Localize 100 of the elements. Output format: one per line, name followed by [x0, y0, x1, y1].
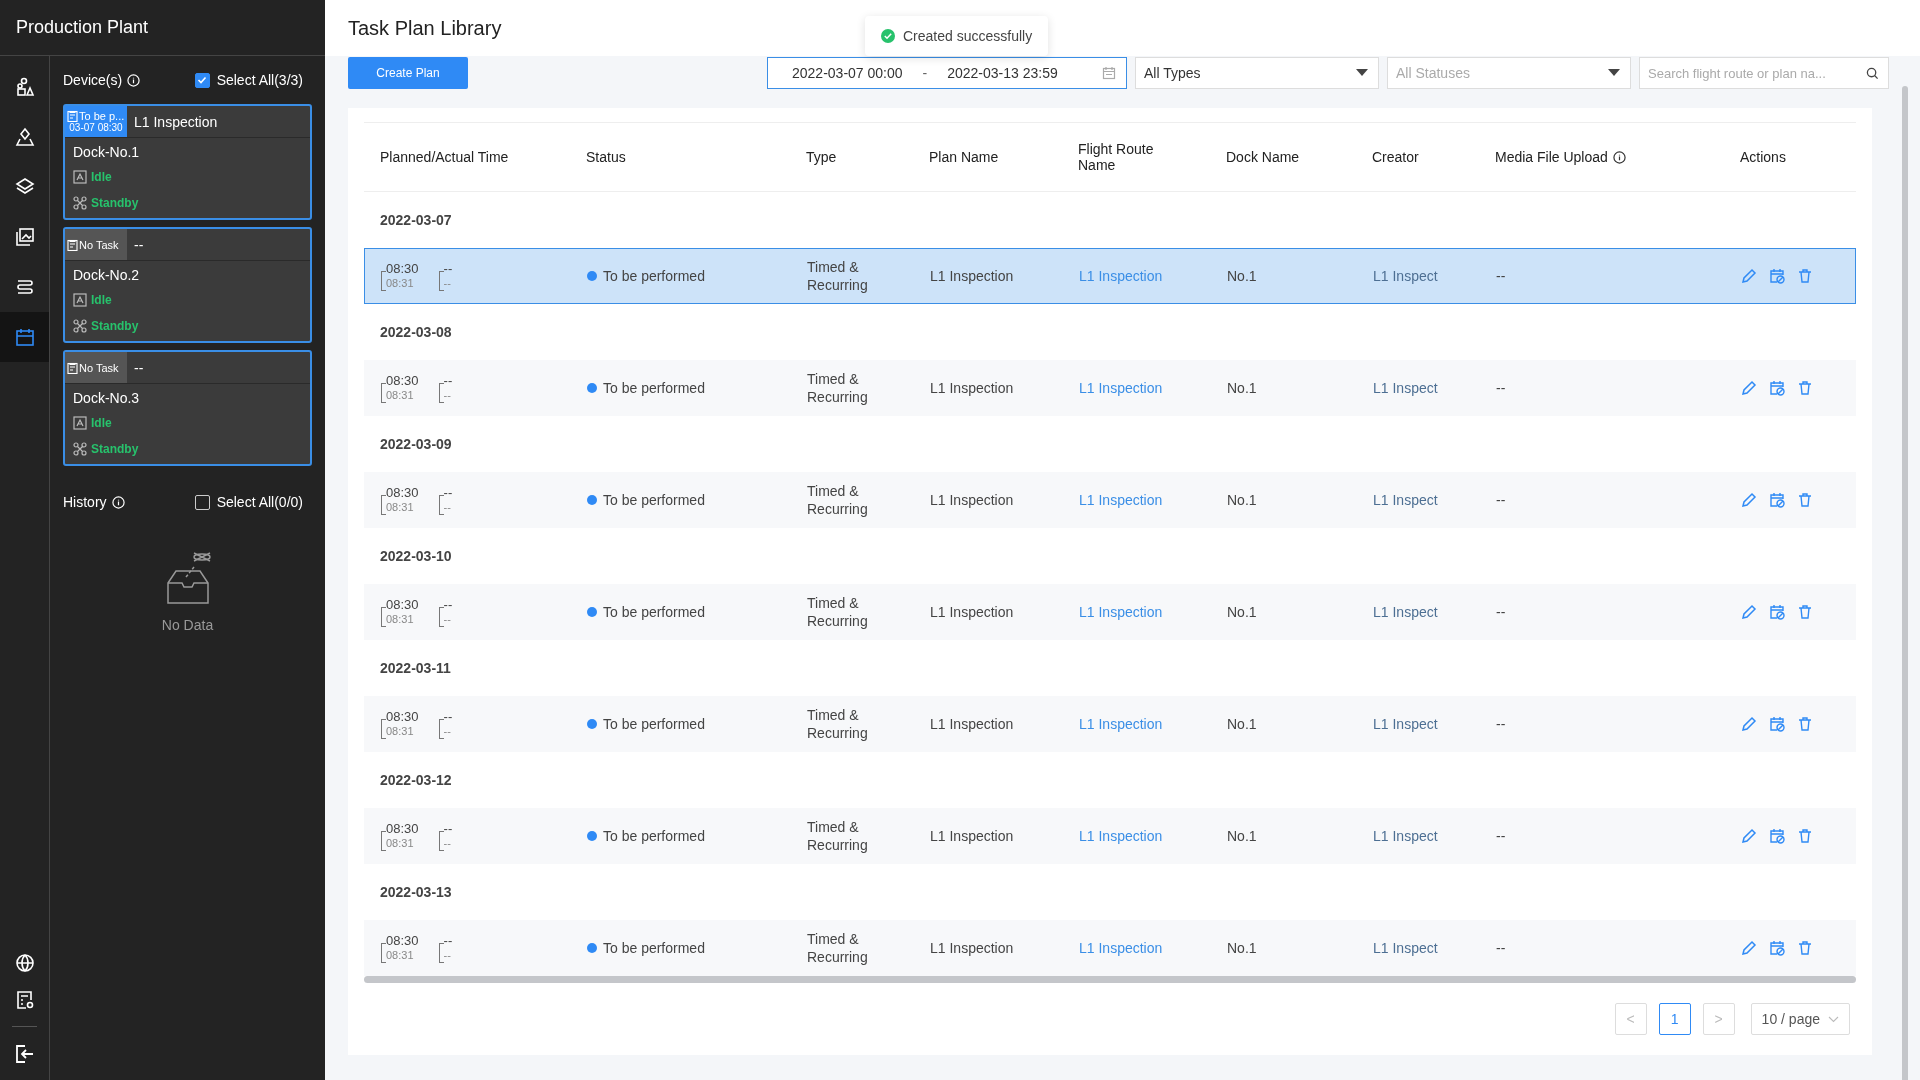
date-group-label: 2022-03-10 [380, 548, 452, 564]
status-text: To be performed [603, 604, 705, 620]
table-cell: -- [1496, 828, 1506, 844]
edit-icon[interactable] [1741, 604, 1757, 620]
status-text: To be performed [603, 380, 705, 396]
status-dot [587, 943, 597, 953]
table-row[interactable]: 08:30 08:31 -- -- To be performed Timed & Recurring L1 Inspection L1 Inspection No.1 L1 Inspect -- [364, 360, 1856, 416]
type-select[interactable]: All Types [1135, 57, 1379, 89]
table-cell-text: Timed & Recurring [807, 594, 869, 630]
calendar-cancel-icon[interactable] [1769, 492, 1785, 508]
device-card[interactable]: No Task -- Dock-No.2 Idle Standby [63, 227, 312, 343]
actual-time: -- -- [438, 933, 453, 963]
actual-time: -- -- [438, 709, 453, 739]
map-pin-icon [14, 127, 35, 147]
dock-status: Idle [91, 293, 112, 307]
table-cell: No.1 [1227, 268, 1257, 284]
search-field[interactable]: Search flight route or plan na... [1639, 57, 1889, 89]
table-cell: L1 Inspection [930, 716, 1014, 732]
status-dot [587, 607, 597, 617]
drone-icon [73, 196, 87, 210]
chevron-down-icon [1828, 1015, 1839, 1023]
success-icon [881, 29, 895, 43]
task-name: -- [133, 358, 144, 378]
calendar-cancel-icon[interactable] [1769, 716, 1785, 732]
planned-time: 08:30 08:31 [381, 485, 419, 515]
calendar-cancel-icon[interactable] [1769, 604, 1785, 620]
edit-icon[interactable] [1741, 716, 1757, 732]
delete-icon[interactable] [1797, 604, 1813, 620]
delete-icon[interactable] [1797, 268, 1813, 284]
delete-icon[interactable] [1797, 492, 1813, 508]
status-text: To be performed [603, 268, 705, 284]
table-row[interactable]: 08:30 08:31 -- -- To be performed Timed & Recurring L1 Inspection L1 Inspection No.1 L1 Inspect -- [364, 696, 1856, 752]
status-text: To be performed [603, 716, 705, 732]
drone-status: Standby [91, 319, 139, 333]
table-row[interactable]: 08:30 08:31 -- -- To be performed Timed & Recurring L1 Inspection L1 Inspection No.1 L1 Inspect -- [364, 808, 1856, 864]
date-range-field[interactable]: 2022-03-07 00:00 - 2022-03-13 23:59 [767, 57, 1127, 89]
table-cell: -- [1496, 268, 1506, 284]
gallery-icon [14, 227, 35, 247]
table-row[interactable]: 08:30 08:31 -- -- To be performed Timed & Recurring L1 Inspection L1 Inspection No.1 L1 Inspect -- [364, 472, 1856, 528]
table-cell: L1 Inspect [1373, 380, 1438, 396]
column-header: Plan Name [929, 149, 999, 165]
checkbox[interactable] [194, 72, 210, 88]
search-icon [1866, 67, 1879, 80]
table-cell: No.1 [1227, 380, 1257, 396]
delete-icon[interactable] [1797, 716, 1813, 732]
table-cell: -- [1496, 716, 1506, 732]
vertical-scrollbar[interactable] [1902, 86, 1908, 1080]
column-header: Planned/Actual Time [380, 149, 509, 165]
delete-icon[interactable] [1797, 828, 1813, 844]
table-row[interactable]: 08:30 08:31 -- -- To be performed Timed & Recurring L1 Inspection L1 Inspection No.1 L1 Inspect -- [364, 920, 1856, 976]
task-name: -- [133, 235, 144, 255]
dock-status: Idle [91, 416, 112, 430]
status-dot [587, 271, 597, 281]
edit-icon[interactable] [1741, 268, 1757, 284]
project-title: Production Plant [16, 17, 149, 38]
actual-time: -- -- [438, 821, 453, 851]
edit-icon[interactable] [1741, 940, 1757, 956]
table-cell: L1 Inspect [1373, 716, 1438, 732]
calendar-icon [1102, 66, 1116, 80]
date-group-label: 2022-03-11 [380, 660, 451, 676]
section-label: History [63, 494, 107, 510]
checkbox-label: Select All(3/3) [216, 72, 303, 88]
page-size-select[interactable]: 10 / page [1750, 1003, 1850, 1035]
edit-icon[interactable] [1741, 828, 1757, 844]
calendar-cancel-icon[interactable] [1769, 828, 1785, 844]
table-cell: L1 Inspection [930, 604, 1014, 620]
calendar-cancel-icon[interactable] [1769, 940, 1785, 956]
drone-icon [73, 319, 87, 333]
horizontal-scrollbar[interactable] [364, 976, 1856, 983]
status-text: To be performed [603, 940, 705, 956]
table-row[interactable]: 08:30 08:31 -- -- To be performed Timed & Recurring L1 Inspection L1 Inspection No.1 L1 Inspect -- [364, 248, 1856, 304]
edit-icon[interactable] [1741, 380, 1757, 396]
dock-status: Idle [91, 170, 112, 184]
drone-icon [73, 442, 87, 456]
table-cell-text: Timed & Recurring [807, 706, 869, 742]
table-cell: L1 Inspection [930, 828, 1014, 844]
toast: Created successfully [865, 16, 1049, 56]
delete-icon[interactable] [1797, 380, 1813, 396]
table-cell-text: Timed & Recurring [807, 818, 869, 854]
checkbox[interactable] [194, 494, 210, 510]
drone-status: Standby [91, 442, 139, 456]
table-cell: L1 Inspection [930, 268, 1014, 284]
dock-name: Dock-No.3 [73, 389, 141, 408]
device-card[interactable]: No Task -- Dock-No.3 Idle Standby [63, 350, 312, 466]
edit-icon[interactable] [1741, 492, 1757, 508]
delete-icon[interactable] [1797, 940, 1813, 956]
calendar-cancel-icon[interactable] [1769, 380, 1785, 396]
task-status-badge: No Task [65, 352, 127, 383]
planned-time: 08:30 08:31 [381, 261, 419, 291]
table-cell: L1 Inspect [1373, 604, 1438, 620]
task-status-badge: No Task [65, 229, 127, 260]
dock-icon [73, 416, 87, 430]
column-header: Dock Name [1226, 149, 1300, 165]
empty-text: No Data [161, 617, 214, 633]
calendar-cancel-icon[interactable] [1769, 268, 1785, 284]
date-group-label: 2022-03-12 [380, 772, 452, 788]
calendar-icon [14, 327, 35, 347]
table-row[interactable]: 08:30 08:31 -- -- To be performed Timed & Recurring L1 Inspection L1 Inspection No.1 L1 Inspect -- [364, 584, 1856, 640]
status-dot [587, 383, 597, 393]
planned-time: 08:30 08:31 [381, 709, 419, 739]
